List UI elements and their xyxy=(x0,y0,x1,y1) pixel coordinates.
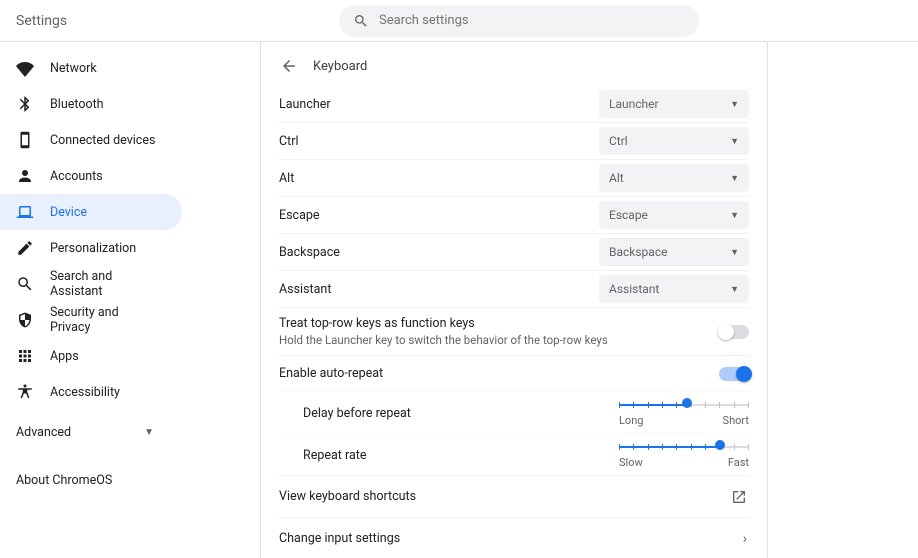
chevron-down-icon: ▼ xyxy=(730,173,739,184)
select-escape[interactable]: Escape ▼ xyxy=(599,201,749,229)
row-label: Escape xyxy=(279,208,320,223)
chevron-down-icon: ▼ xyxy=(144,427,154,438)
about-label: About ChromeOS xyxy=(16,473,112,488)
slider-rate[interactable] xyxy=(619,442,749,452)
row-label: Backspace xyxy=(279,245,340,260)
slider-rate-row: Repeat rate Slow Fast xyxy=(279,433,749,475)
chevron-down-icon: ▼ xyxy=(730,247,739,258)
sidebar-item-search-assistant[interactable]: Search and Assistant xyxy=(0,266,182,302)
sidebar-advanced[interactable]: Advanced ▼ xyxy=(0,414,170,450)
select-assistant[interactable]: Assistant ▼ xyxy=(599,275,749,303)
row-label: Launcher xyxy=(279,97,331,112)
keymap-row-escape: Escape Escape ▼ xyxy=(279,196,749,233)
accessibility-icon xyxy=(16,383,34,401)
slider-max: Short xyxy=(723,414,749,427)
sidebar-item-label: Device xyxy=(50,205,87,220)
sidebar-item-accounts[interactable]: Accounts xyxy=(0,158,182,194)
change-input-row[interactable]: Change input settings › xyxy=(279,517,749,558)
phone-icon xyxy=(16,131,34,149)
keymap-row-ctrl: Ctrl Ctrl ▼ xyxy=(279,122,749,159)
sidebar-item-label: Bluetooth xyxy=(50,97,104,112)
sidebar-item-label: Accounts xyxy=(50,169,103,184)
select-value: Backspace xyxy=(609,245,667,259)
link-label: View keyboard shortcuts xyxy=(279,489,416,504)
sidebar-item-device[interactable]: Device xyxy=(0,194,182,230)
sidebar-item-label: Security and Privacy xyxy=(50,305,162,335)
content-title: Keyboard xyxy=(313,59,367,74)
auto-repeat-row: Enable auto-repeat xyxy=(279,355,749,391)
slider-max: Fast xyxy=(728,456,749,469)
sidebar-item-label: Connected devices xyxy=(50,133,155,148)
sidebar-item-label: Apps xyxy=(50,349,79,364)
row-label: Ctrl xyxy=(279,134,299,149)
keymap-row-alt: Alt Alt ▼ xyxy=(279,159,749,196)
right-gutter xyxy=(768,42,918,558)
select-value: Ctrl xyxy=(609,134,628,148)
slider-delay[interactable] xyxy=(619,400,749,410)
fn-keys-row: Treat top-row keys as function keys Hold… xyxy=(279,307,749,355)
chevron-down-icon: ▼ xyxy=(730,136,739,147)
slider-label: Delay before repeat xyxy=(303,406,411,421)
chevron-down-icon: ▼ xyxy=(730,284,739,295)
slider-min: Long xyxy=(619,414,643,427)
chevron-down-icon: ▼ xyxy=(730,99,739,110)
select-alt[interactable]: Alt ▼ xyxy=(599,164,749,192)
slider-label: Repeat rate xyxy=(303,448,366,463)
search-box[interactable] xyxy=(339,5,699,37)
select-value: Launcher xyxy=(609,97,659,111)
sidebar-item-security-privacy[interactable]: Security and Privacy xyxy=(0,302,182,338)
wifi-icon xyxy=(16,59,34,77)
person-icon xyxy=(16,167,34,185)
advanced-label: Advanced xyxy=(16,425,71,440)
back-button[interactable] xyxy=(279,56,299,76)
slider-min: Slow xyxy=(619,456,643,469)
apps-icon xyxy=(16,347,34,365)
sidebar-item-label: Search and Assistant xyxy=(50,269,162,299)
row-label: Assistant xyxy=(279,282,331,297)
auto-repeat-title: Enable auto-repeat xyxy=(279,366,383,381)
select-value: Escape xyxy=(609,208,648,222)
bluetooth-icon xyxy=(16,95,34,113)
keymap-row-assistant: Assistant Assistant ▼ xyxy=(279,270,749,307)
page-title: Settings xyxy=(16,13,336,29)
select-backspace[interactable]: Backspace ▼ xyxy=(599,238,749,266)
fn-keys-title: Treat top-row keys as function keys xyxy=(279,316,608,331)
sidebar: Network Bluetooth Connected devices Acco… xyxy=(0,42,260,558)
select-value: Assistant xyxy=(609,282,659,296)
select-launcher[interactable]: Launcher ▼ xyxy=(599,90,749,118)
header: Settings xyxy=(0,0,918,42)
auto-repeat-toggle[interactable] xyxy=(719,367,749,381)
row-label: Alt xyxy=(279,171,294,186)
slider-delay-row: Delay before repeat Long Short xyxy=(279,391,749,433)
select-ctrl[interactable]: Ctrl ▼ xyxy=(599,127,749,155)
view-shortcuts-row[interactable]: View keyboard shortcuts xyxy=(279,475,749,517)
sidebar-about[interactable]: About ChromeOS xyxy=(0,462,260,498)
keymap-row-backspace: Backspace Backspace ▼ xyxy=(279,233,749,270)
sidebar-item-connected-devices[interactable]: Connected devices xyxy=(0,122,182,158)
sidebar-item-label: Personalization xyxy=(50,241,136,256)
sidebar-item-personalization[interactable]: Personalization xyxy=(0,230,182,266)
chevron-right-icon: › xyxy=(743,531,747,547)
sidebar-item-apps[interactable]: Apps xyxy=(0,338,182,374)
select-value: Alt xyxy=(609,171,624,185)
search-icon xyxy=(16,275,34,293)
edit-icon xyxy=(16,239,34,257)
shield-icon xyxy=(16,311,34,329)
search-icon xyxy=(353,13,369,29)
sidebar-item-network[interactable]: Network xyxy=(0,50,182,86)
fn-keys-toggle[interactable] xyxy=(719,325,749,339)
content: Keyboard Launcher Launcher ▼ Ctrl Ctrl ▼ xyxy=(260,42,768,558)
sidebar-item-accessibility[interactable]: Accessibility xyxy=(0,374,182,410)
keymap-row-launcher: Launcher Launcher ▼ xyxy=(279,86,749,122)
sidebar-item-label: Network xyxy=(50,61,97,76)
laptop-icon xyxy=(16,203,34,221)
chevron-down-icon: ▼ xyxy=(730,210,739,221)
sidebar-item-bluetooth[interactable]: Bluetooth xyxy=(0,86,182,122)
search-input[interactable] xyxy=(379,13,685,28)
external-link-icon xyxy=(731,489,747,505)
sidebar-item-label: Accessibility xyxy=(50,385,120,400)
link-label: Change input settings xyxy=(279,531,400,546)
fn-keys-sub: Hold the Launcher key to switch the beha… xyxy=(279,333,608,347)
